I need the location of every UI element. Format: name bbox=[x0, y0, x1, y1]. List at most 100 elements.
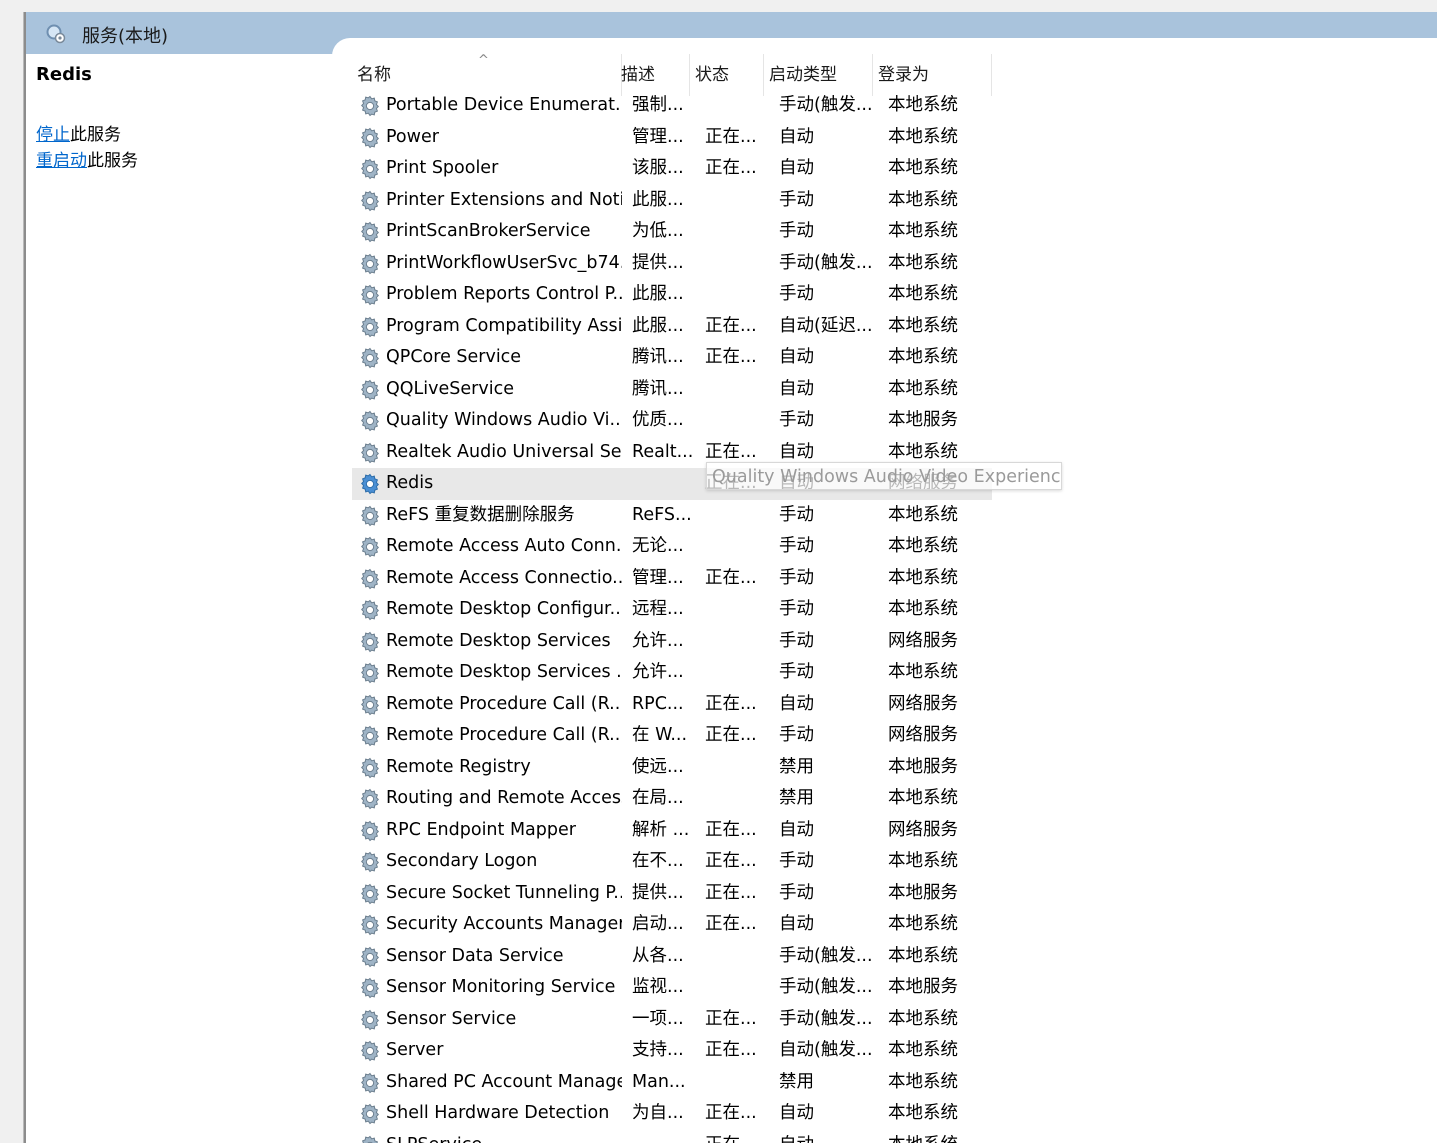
service-name-cell: Remote Registry bbox=[386, 756, 531, 777]
service-status-cell bbox=[705, 783, 769, 815]
service-row[interactable]: Sensor Data Service 从各... 手动(触发... 本地系统 bbox=[352, 941, 992, 973]
service-row[interactable]: Remote Access Connectio... 管理... 正在... 手动 本地… bbox=[352, 563, 992, 595]
service-logon-cell: 本地系统 bbox=[888, 599, 958, 619]
service-status-cell bbox=[705, 972, 769, 1004]
service-name-cell: Secondary Logon bbox=[386, 851, 538, 871]
service-row[interactable]: Remote Desktop Services ... 允许... 手动 本地系统 bbox=[352, 657, 992, 689]
service-desc-cell: 解析 ... bbox=[632, 819, 690, 840]
service-row[interactable]: Server 支持... 正在... 自动(触发... 本地系统 bbox=[352, 1035, 992, 1067]
service-status-cell: 正在... bbox=[705, 1008, 757, 1029]
service-desc-cell bbox=[632, 1130, 694, 1143]
service-status-cell bbox=[705, 531, 769, 563]
service-desc-cell: 此服... bbox=[632, 284, 684, 304]
service-logon-cell: 网络服务 bbox=[888, 725, 958, 745]
service-name-cell: PrintWorkflowUserSvc_b74... bbox=[386, 252, 622, 273]
service-name-cell: Program Compatibility Assi... bbox=[386, 315, 622, 336]
service-row[interactable]: SLPService 正在... 自动本地系统 bbox=[352, 1130, 992, 1143]
service-row[interactable]: Remote Registry 使远... 禁用 本地服务 bbox=[352, 752, 992, 784]
service-status-cell bbox=[705, 90, 769, 122]
service-desc-cell: 为自... bbox=[632, 1103, 684, 1123]
service-row[interactable]: ReFS 重复数据删除服务 ReFS... 手动 本地系统 bbox=[352, 500, 992, 532]
service-row[interactable]: Problem Reports Control P... 此服... 手动 本地系统 bbox=[352, 279, 992, 311]
service-logon-cell: 本地系统 bbox=[888, 126, 958, 147]
service-row[interactable]: Program Compatibility Assi... 此服... 正在... 自… bbox=[352, 311, 992, 343]
service-name-cell: Sensor Monitoring Service bbox=[386, 977, 616, 997]
service-row[interactable]: Remote Procedure Call (R... 在 W... 正在... 手动… bbox=[352, 720, 992, 752]
service-logon-cell: 本地系统 bbox=[888, 378, 958, 399]
services-frame: 服务(本地) Redis 停止此服务 重启动此服务 名称 ^ 描述 状态 启动类… bbox=[24, 12, 1437, 1143]
service-name-cell: Remote Procedure Call (R... bbox=[386, 725, 622, 745]
service-row[interactable]: Remote Procedure Call (R... RPC... 正在... 自动… bbox=[352, 689, 992, 721]
service-row[interactable]: Shell Hardware Detection 为自... 正在... 自动 本地系统 bbox=[352, 1098, 992, 1130]
service-desc-cell: 在 W... bbox=[632, 725, 688, 745]
service-row[interactable]: Remote Desktop Configur... 远程... 手动 本地系统 bbox=[352, 594, 992, 626]
service-row[interactable]: Security Accounts Manager 启动... 正在... 自动 本地系… bbox=[352, 909, 992, 941]
service-row[interactable]: Secondary Logon 在不... 正在... 手动 本地系统 bbox=[352, 846, 992, 878]
service-desc-cell: 允许... bbox=[632, 630, 684, 651]
service-startup-cell: 手动 bbox=[779, 221, 814, 241]
service-logon-cell: 本地系统 bbox=[888, 1130, 988, 1143]
service-logon-cell: 本地系统 bbox=[888, 567, 958, 588]
service-status-cell: 正在... bbox=[705, 567, 757, 588]
service-startup-cell: 手动 bbox=[779, 851, 814, 871]
action-stop: 停止此服务 bbox=[36, 120, 121, 145]
service-name-cell: SLPService bbox=[386, 1130, 622, 1143]
service-row[interactable]: Secure Socket Tunneling P... 提供... 正在... 手动… bbox=[352, 878, 992, 910]
service-name-cell: Redis bbox=[386, 473, 434, 493]
service-status-cell: 正在... bbox=[705, 1130, 769, 1143]
service-row[interactable]: QPCore Service 腾讯... 正在... 自动 本地系统 bbox=[352, 342, 992, 374]
service-desc-cell: 提供... bbox=[632, 882, 684, 903]
service-desc-cell: 启动... bbox=[632, 914, 684, 934]
service-startup-cell: 手动 bbox=[779, 662, 814, 682]
service-startup-cell: 手动(触发... bbox=[779, 95, 873, 115]
service-row[interactable]: Power 管理... 正在... 自动 本地系统 bbox=[352, 122, 992, 154]
service-startup-cell: 手动 bbox=[779, 536, 814, 556]
service-status-cell: 正在... bbox=[705, 851, 757, 871]
service-desc-cell: 管理... bbox=[632, 126, 684, 147]
service-name-cell: Sensor Service bbox=[386, 1008, 517, 1029]
service-name-cell: Problem Reports Control P... bbox=[386, 284, 622, 304]
service-name-cell: Remote Access Auto Conn... bbox=[386, 536, 622, 556]
restart-service-link[interactable]: 重启动 bbox=[36, 151, 87, 171]
service-desc-cell: 支持... bbox=[632, 1040, 684, 1060]
service-logon-cell: 网络服务 bbox=[888, 630, 958, 651]
service-row[interactable]: Routing and Remote Access 在局... 禁用 本地系统 bbox=[352, 783, 992, 815]
service-row[interactable]: PrintScanBrokerService 为低... 手动 本地系统 bbox=[352, 216, 992, 248]
service-row[interactable]: Portable Device Enumerat... 强制... 手动(触发...… bbox=[352, 90, 992, 122]
service-startup-cell: 自动 bbox=[779, 914, 814, 934]
service-name-cell: Remote Desktop Services ... bbox=[386, 662, 622, 682]
service-row[interactable]: Printer Extensions and Noti... 此服... 手动 本地系… bbox=[352, 185, 992, 217]
restart-service-suffix: 此服务 bbox=[87, 151, 138, 171]
service-name-cell: Realtek Audio Universal Se... bbox=[386, 441, 622, 462]
service-row[interactable]: PrintWorkflowUserSvc_b74... 提供... 手动(触发...… bbox=[352, 248, 992, 280]
service-status-cell bbox=[705, 405, 769, 437]
service-startup-cell: 手动 bbox=[779, 599, 814, 619]
service-row[interactable]: QQLiveService 腾讯... 自动 本地系统 bbox=[352, 374, 992, 406]
services-list[interactable]: 名称 ^ 描述 状态 启动类型 登录为 Portable Device Enum… bbox=[332, 54, 1437, 1143]
service-logon-cell: 本地系统 bbox=[888, 1008, 958, 1029]
service-startup-cell: 手动(触发... bbox=[779, 945, 873, 966]
service-row[interactable]: Print Spooler 该服... 正在... 自动 本地系统 bbox=[352, 153, 992, 185]
service-row[interactable]: Sensor Service 一项... 正在... 手动(触发... 本地系统 bbox=[352, 1004, 992, 1036]
service-row[interactable]: Remote Access Auto Conn... 无论... 手动 本地系统 bbox=[352, 531, 992, 563]
service-logon-cell: 本地系统 bbox=[888, 536, 958, 556]
selected-service-name: Redis bbox=[36, 64, 92, 85]
service-status-cell bbox=[705, 374, 769, 406]
service-row[interactable]: Remote Desktop Services 允许... 手动 网络服务 bbox=[352, 626, 992, 658]
service-name-cell: RPC Endpoint Mapper bbox=[386, 819, 576, 840]
service-row[interactable]: Shared PC Account Manager Man... 禁用 本地系统 bbox=[352, 1067, 992, 1099]
service-row[interactable]: Sensor Monitoring Service 监视... 手动(触发... 本地… bbox=[352, 972, 992, 1004]
service-logon-cell: 本地服务 bbox=[888, 756, 958, 777]
service-name-cell: PrintScanBrokerService bbox=[386, 221, 591, 241]
service-startup-cell: 自动 bbox=[779, 347, 814, 367]
service-desc-cell: 监视... bbox=[632, 977, 684, 997]
service-status-cell bbox=[705, 626, 769, 658]
service-status-cell: 正在... bbox=[705, 158, 757, 178]
service-startup-cell: 自动 bbox=[779, 1130, 883, 1143]
service-row[interactable]: Quality Windows Audio Vi... 优质... 手动 本地服务 bbox=[352, 405, 992, 437]
service-row[interactable]: RPC Endpoint Mapper 解析 ... 正在... 自动 网络服务 bbox=[352, 815, 992, 847]
service-desc-cell: 强制... bbox=[632, 95, 684, 115]
service-desc-cell: 腾讯... bbox=[632, 347, 684, 367]
service-startup-cell: 手动 bbox=[779, 504, 814, 525]
stop-service-link[interactable]: 停止 bbox=[36, 125, 70, 145]
